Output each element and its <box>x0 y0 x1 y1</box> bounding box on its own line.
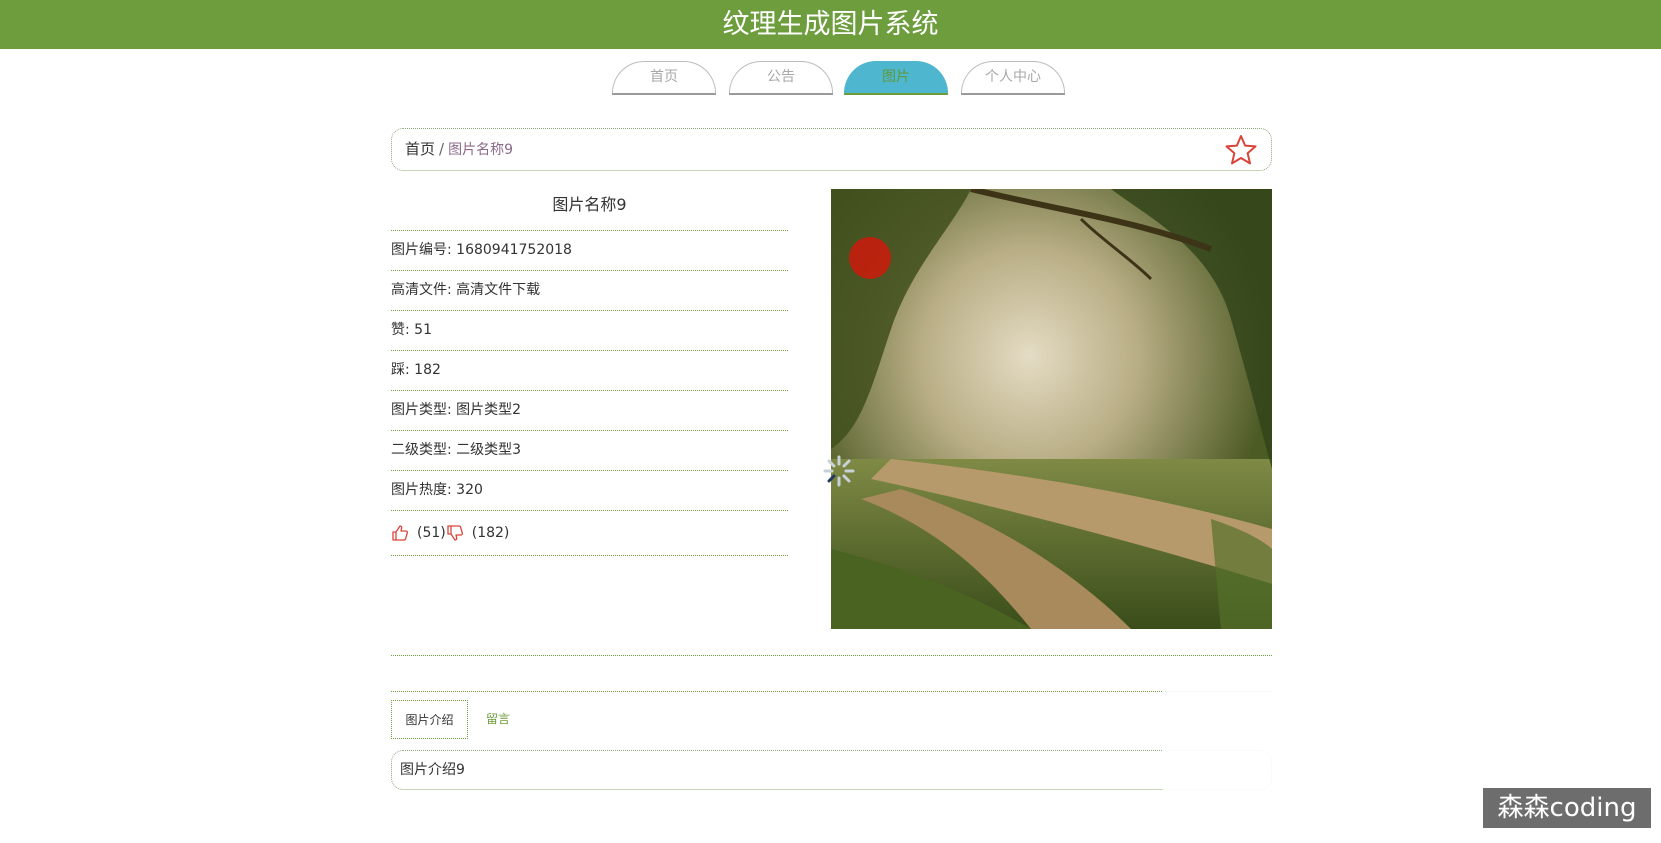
overlay-fade <box>1163 683 1283 793</box>
breadcrumb: 首页 / 图片名称9 <box>391 128 1272 171</box>
detail-row-popularity: 图片热度: 320 <box>391 471 788 511</box>
tab-comments[interactable]: 留言 <box>468 700 528 739</box>
dislike-count: (182) <box>471 525 510 541</box>
thumbs-down-icon[interactable] <box>446 524 464 542</box>
detail-value: 51 <box>414 322 432 338</box>
detail-label: 图片编号: <box>391 242 452 258</box>
main-nav: 首页 公告 图片 个人中心 <box>0 61 1661 95</box>
breadcrumb-home-link[interactable]: 首页 <box>405 140 435 158</box>
vote-row: (51) (182) <box>391 511 788 556</box>
app-title: 纹理生成图片系统 <box>722 9 939 40</box>
detail-value: 1680941752018 <box>456 242 572 258</box>
like-count: (51) <box>417 525 446 541</box>
loading-spinner-icon <box>823 455 855 487</box>
thumbs-up-icon[interactable] <box>391 524 409 542</box>
detail-value: 二级类型3 <box>456 442 522 458</box>
picture-title: 图片名称9 <box>391 188 788 231</box>
breadcrumb-separator: / <box>439 140 445 158</box>
detail-label: 赞: <box>391 322 410 338</box>
detail-row-type: 图片类型: 图片类型2 <box>391 391 788 431</box>
detail-row-likes: 赞: 51 <box>391 311 788 351</box>
tab-picture-intro[interactable]: 图片介绍 <box>391 700 468 739</box>
nav-tab-home[interactable]: 首页 <box>612 61 716 93</box>
picture-detail-panel: 图片名称9 图片编号: 1680941752018 高清文件: 高清文件下载 赞… <box>391 188 788 556</box>
nav-tab-announcements[interactable]: 公告 <box>729 61 833 93</box>
section-divider <box>391 655 1272 656</box>
watermark: 森森coding <box>1483 788 1651 828</box>
detail-label: 图片类型: <box>391 402 452 418</box>
detail-row-dislikes: 踩: 182 <box>391 351 788 391</box>
cursor-highlight <box>849 237 891 279</box>
star-icon[interactable] <box>1225 134 1257 166</box>
hd-file-download-link[interactable]: 高清文件下载 <box>456 282 540 298</box>
nav-tab-pictures[interactable]: 图片 <box>844 61 948 93</box>
detail-value: 图片类型2 <box>456 402 522 418</box>
detail-label: 高清文件: <box>391 282 452 298</box>
breadcrumb-current: 图片名称9 <box>448 142 513 158</box>
tabs-divider <box>391 691 1272 692</box>
detail-value: 320 <box>456 482 483 498</box>
detail-label: 图片热度: <box>391 482 452 498</box>
app-header: 纹理生成图片系统 <box>0 0 1661 49</box>
detail-row-id: 图片编号: 1680941752018 <box>391 231 788 271</box>
detail-value: 182 <box>414 362 441 378</box>
detail-row-subtype: 二级类型: 二级类型3 <box>391 431 788 471</box>
nav-tab-personal-center[interactable]: 个人中心 <box>961 61 1065 93</box>
picture-intro-content: 图片介绍9 <box>391 750 1272 790</box>
picture-image <box>831 189 1272 629</box>
detail-label: 二级类型: <box>391 442 452 458</box>
detail-label: 踩: <box>391 362 410 378</box>
detail-row-hd-file: 高清文件: 高清文件下载 <box>391 271 788 311</box>
forest-path-image <box>831 189 1272 629</box>
